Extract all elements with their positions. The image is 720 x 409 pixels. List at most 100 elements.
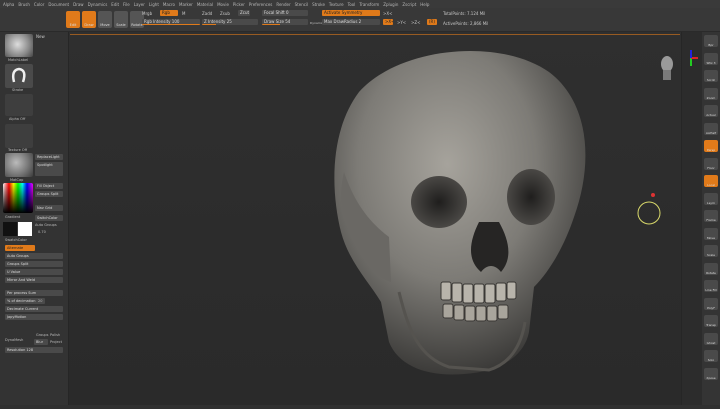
brush-thumbnail[interactable] bbox=[5, 34, 33, 57]
menu-bar: Alpha Brush Color Document Draw Dynamics Edit F… bbox=[0, 0, 720, 8]
menu-item[interactable]: Stencil bbox=[295, 2, 309, 7]
shelf-button[interactable]: Local bbox=[704, 175, 718, 187]
blur-slider[interactable]: Blur bbox=[34, 339, 48, 345]
shelf-button[interactable]: Transp bbox=[704, 315, 718, 327]
auto-groups-button[interactable]: Auto Groups bbox=[5, 253, 63, 259]
scale-button[interactable]: Scale bbox=[114, 11, 128, 28]
move-button[interactable]: Move bbox=[98, 11, 112, 28]
y-axis-toggle[interactable]: >Y< bbox=[397, 20, 406, 25]
alpha-label: Alpha Off bbox=[9, 117, 26, 121]
nav-button[interactable]: Nav Grid bbox=[35, 205, 63, 211]
menu-item[interactable]: Draw bbox=[73, 2, 83, 7]
mirror-and-weld-button[interactable]: Mirror And Weld bbox=[5, 277, 63, 283]
draw-button[interactable]: Draw bbox=[82, 11, 96, 28]
texture-thumbnail[interactable] bbox=[5, 124, 33, 148]
menu-item[interactable]: Brush bbox=[18, 2, 30, 7]
menu-item[interactable]: Color bbox=[34, 2, 44, 7]
shelf-button[interactable]: Line Fill bbox=[704, 280, 718, 292]
menu-item[interactable]: Render bbox=[276, 2, 290, 7]
menu-item[interactable]: Picker bbox=[233, 2, 245, 7]
m-toggle[interactable]: M bbox=[182, 11, 185, 16]
axis-gizmo-icon[interactable] bbox=[682, 46, 700, 70]
shelf-button[interactable]: Move bbox=[704, 227, 718, 240]
draw-size-slider[interactable]: Draw Size 54 bbox=[262, 19, 308, 25]
zsub-toggle[interactable]: Zsub bbox=[220, 11, 230, 16]
x-sym-toggle[interactable]: >X< bbox=[383, 19, 393, 25]
shelf-button[interactable]: Lsym bbox=[704, 192, 718, 205]
menu-item[interactable]: Light bbox=[149, 2, 159, 7]
focal-shift-slider[interactable]: Focal Shift 0 bbox=[262, 10, 308, 16]
menu-item[interactable]: Edit bbox=[111, 2, 119, 7]
switch-color-button[interactable]: SwitchColor bbox=[35, 215, 63, 221]
alternate-button[interactable]: Alternate bbox=[5, 245, 35, 251]
color-picker[interactable] bbox=[3, 183, 33, 213]
menu-item[interactable]: Stroke bbox=[312, 2, 325, 7]
polish-label: Polish bbox=[50, 333, 61, 337]
menu-item[interactable]: Zplugin bbox=[383, 2, 398, 7]
menu-item[interactable]: Tool bbox=[348, 2, 356, 7]
per-process-button[interactable]: Per process Sum bbox=[5, 290, 63, 296]
zcut-toggle[interactable]: Zcut bbox=[238, 10, 250, 16]
shelf-button[interactable]: Scroll bbox=[704, 70, 718, 82]
groups-split-button-2[interactable]: Groups Split bbox=[5, 261, 63, 267]
main-color-swatch[interactable] bbox=[18, 222, 32, 236]
shelf-button[interactable]: Bpr bbox=[704, 35, 718, 47]
shelf-button[interactable]: Ghost bbox=[704, 332, 718, 345]
active-points-readout: ActivePoints: 2,866 Mil bbox=[443, 21, 489, 26]
activate-symmetry-button[interactable]: Activate Symmetry bbox=[322, 10, 380, 16]
shelf-button[interactable]: PolyF bbox=[704, 297, 718, 310]
z-axis-toggle[interactable]: >Z< bbox=[411, 20, 420, 25]
shelf-button[interactable]: Xpose bbox=[704, 367, 718, 380]
menu-item[interactable]: File bbox=[123, 2, 130, 7]
menu-item[interactable]: Texture bbox=[329, 2, 344, 7]
x-axis-toggle[interactable]: >X< bbox=[383, 11, 392, 16]
menu-item[interactable]: Marker bbox=[179, 2, 193, 7]
secondary-color-swatch[interactable] bbox=[3, 222, 17, 236]
menu-item[interactable]: Preferences bbox=[249, 2, 273, 7]
zadd-toggle[interactable]: Zadd bbox=[202, 11, 212, 16]
shelf-button[interactable]: Floor bbox=[704, 157, 718, 170]
jump-button[interactable]: JapyMotion bbox=[5, 314, 63, 320]
rgb-toggle[interactable]: Rgb bbox=[160, 10, 178, 16]
menu-item[interactable]: Material bbox=[197, 2, 213, 7]
shelf-button[interactable]: Persp bbox=[704, 140, 718, 152]
fill-object-button[interactable]: Fill Object bbox=[35, 183, 63, 189]
decimate-current-button[interactable]: Decimate Current bbox=[5, 306, 63, 312]
radial-count-slider[interactable]: Max DrawRadius 2 bbox=[322, 19, 380, 25]
menu-item[interactable]: Zscript bbox=[402, 2, 416, 7]
menu-item[interactable]: Transform bbox=[359, 2, 379, 7]
mrgb-toggle[interactable]: Mrgb bbox=[142, 11, 152, 16]
shelf-button[interactable]: Frame bbox=[704, 210, 718, 222]
spotlight-button[interactable]: Spotlight bbox=[35, 162, 63, 176]
rgb-intensity-slider[interactable]: Rgb Intensity 100 bbox=[142, 19, 200, 25]
navigator-head-icon[interactable] bbox=[657, 50, 677, 90]
shelf-button[interactable]: Rotate bbox=[704, 262, 718, 275]
groups-split-button[interactable]: Groups Split bbox=[35, 191, 63, 197]
menu-item[interactable]: Macro bbox=[163, 2, 175, 7]
menu-item[interactable]: Help bbox=[420, 2, 429, 7]
menu-item[interactable]: Dynamics bbox=[88, 2, 108, 7]
radial-toggle[interactable]: (R) bbox=[427, 19, 437, 25]
skull-model[interactable] bbox=[69, 32, 683, 405]
alpha-thumbnail[interactable] bbox=[5, 94, 33, 116]
shelf-button[interactable]: Solo bbox=[704, 350, 718, 362]
decimation-value: 20 bbox=[38, 299, 43, 303]
menu-item[interactable]: Document bbox=[48, 2, 69, 7]
shelf-button[interactable]: SPix 3 bbox=[704, 52, 718, 65]
resolution-slider[interactable]: Resolution 128 bbox=[5, 347, 63, 353]
u-value-slider[interactable]: U Value bbox=[5, 269, 63, 275]
material-thumbnail[interactable] bbox=[5, 153, 33, 177]
stroke-thumbnail[interactable] bbox=[5, 64, 33, 88]
shelf-button[interactable]: Scale bbox=[704, 245, 718, 257]
menu-item[interactable]: Layer bbox=[134, 2, 145, 7]
z-intensity-slider[interactable]: Z Intensity 25 bbox=[202, 19, 258, 25]
material-label: MatCap bbox=[10, 178, 24, 182]
menu-item[interactable]: Movie bbox=[217, 2, 229, 7]
menu-item[interactable]: Alpha bbox=[3, 2, 14, 7]
shelf-button[interactable]: Actual bbox=[704, 105, 718, 117]
edit-button[interactable]: Edit bbox=[66, 11, 80, 28]
viewport-canvas[interactable] bbox=[68, 32, 682, 405]
shelf-button[interactable]: AAHalf bbox=[704, 122, 718, 135]
replace-light-button[interactable]: ReplaceLight bbox=[35, 154, 63, 160]
shelf-button[interactable]: Zoom bbox=[704, 87, 718, 100]
